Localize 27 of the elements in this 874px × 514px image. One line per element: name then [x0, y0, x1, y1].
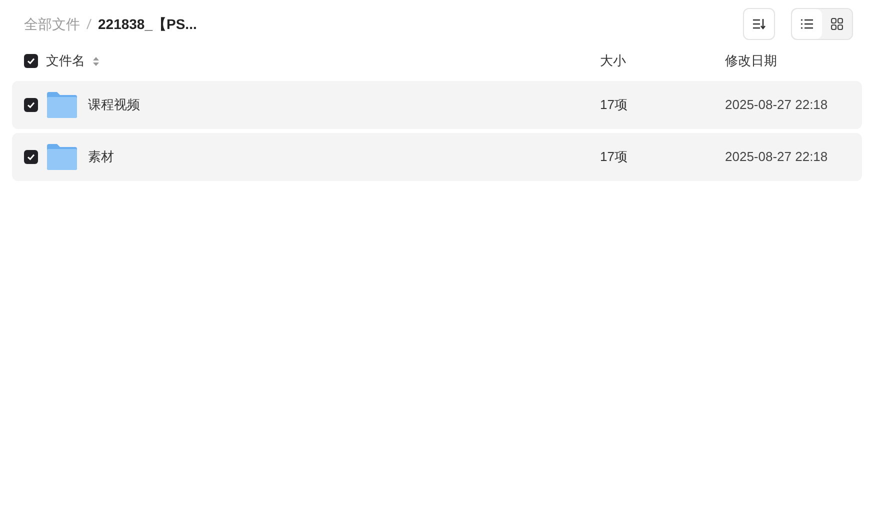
list-view-button[interactable] [792, 9, 822, 39]
checkbox[interactable] [24, 150, 38, 164]
checkmark-icon [27, 57, 35, 65]
breadcrumb-separator [86, 18, 92, 30]
modified-date: 2025-08-27 22:18 [725, 96, 829, 114]
file-name: 课程视频 [88, 96, 140, 114]
column-header[interactable]: 文件名 [46, 51, 85, 71]
sort-arrows-icon [93, 56, 99, 66]
checkmark-icon [27, 153, 35, 161]
checkmark-icon [27, 101, 35, 109]
column-header[interactable]: 修改日期 [725, 51, 850, 71]
list-icon [801, 19, 813, 29]
grid-icon [831, 18, 843, 30]
breadcrumb-link[interactable]: 221838_【PS... [98, 14, 197, 34]
checkbox[interactable] [24, 98, 38, 112]
file-size: 17项 [600, 96, 628, 114]
checkbox[interactable] [24, 54, 38, 68]
folder-icon [47, 92, 77, 118]
modified-date: 2025-08-27 22:18 [725, 148, 829, 166]
column-header[interactable]: 大小 [600, 51, 725, 71]
file-row[interactable]: 素材 17项 2025-08-27 22:18 [12, 133, 862, 181]
sort-button[interactable] [743, 8, 775, 40]
sort-icon [752, 18, 766, 30]
folder-icon [47, 144, 77, 170]
file-row[interactable]: 课程视频 17项 2025-08-27 22:18 [12, 81, 862, 129]
file-size: 17项 [600, 148, 628, 166]
file-name: 素材 [88, 148, 114, 166]
